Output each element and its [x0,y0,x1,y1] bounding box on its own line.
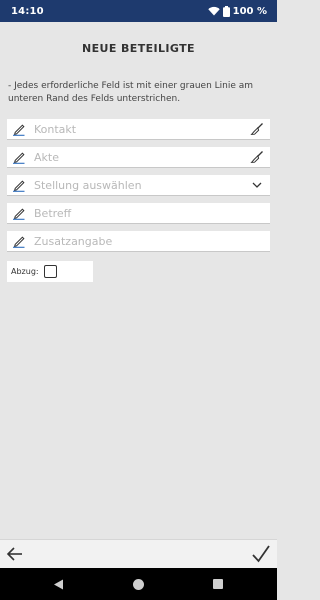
wifi-icon [207,6,220,16]
broom-icon[interactable] [250,150,264,164]
battery-icon [222,5,230,17]
akte-field[interactable]: Akte [7,147,270,168]
battery-percent: 100 % [232,5,267,17]
status-bar: 14:10 100 % [0,0,277,22]
abzug-checkbox[interactable] [43,265,57,278]
pencil-icon [13,180,25,192]
betreff-field[interactable]: Betreff [7,203,270,224]
abzug-label: Abzug: [11,267,39,276]
zusatzangabe-field[interactable]: Zusatzangabe [7,231,270,252]
chevron-down-icon[interactable] [250,178,264,192]
abzug-row: Abzug: [7,261,93,282]
broom-icon[interactable] [250,122,264,136]
info-text: - Jedes erforderliche Feld ist mit einer… [8,81,254,104]
checkmark-icon[interactable] [251,544,271,564]
nav-home-icon[interactable] [133,579,144,590]
nav-recents-icon[interactable] [213,579,223,589]
betreff-placeholder: Betreff [34,206,72,220]
kontakt-placeholder: Kontakt [34,122,77,136]
stellung-placeholder: Stellung auswählen [34,178,142,192]
bottom-action-bar [0,539,277,568]
zusatzangabe-placeholder: Zusatzangabe [34,234,113,248]
stellung-select[interactable]: Stellung auswählen [7,175,270,196]
nav-back-icon[interactable] [53,579,64,590]
system-nav-bar [0,568,277,600]
pencil-icon [13,152,25,164]
akte-placeholder: Akte [34,150,59,164]
status-time: 14:10 [11,5,44,17]
form-content: NEUE BETEILIGTE - Jedes erforderliche Fe… [0,22,277,539]
pencil-icon [13,236,25,248]
kontakt-field[interactable]: Kontakt [7,119,270,140]
status-icons: 100 % [207,5,267,17]
pencil-icon [13,124,25,136]
back-arrow-icon[interactable] [6,546,24,562]
page-title: NEUE BETEILIGTE [82,42,195,55]
pencil-icon [13,208,25,220]
